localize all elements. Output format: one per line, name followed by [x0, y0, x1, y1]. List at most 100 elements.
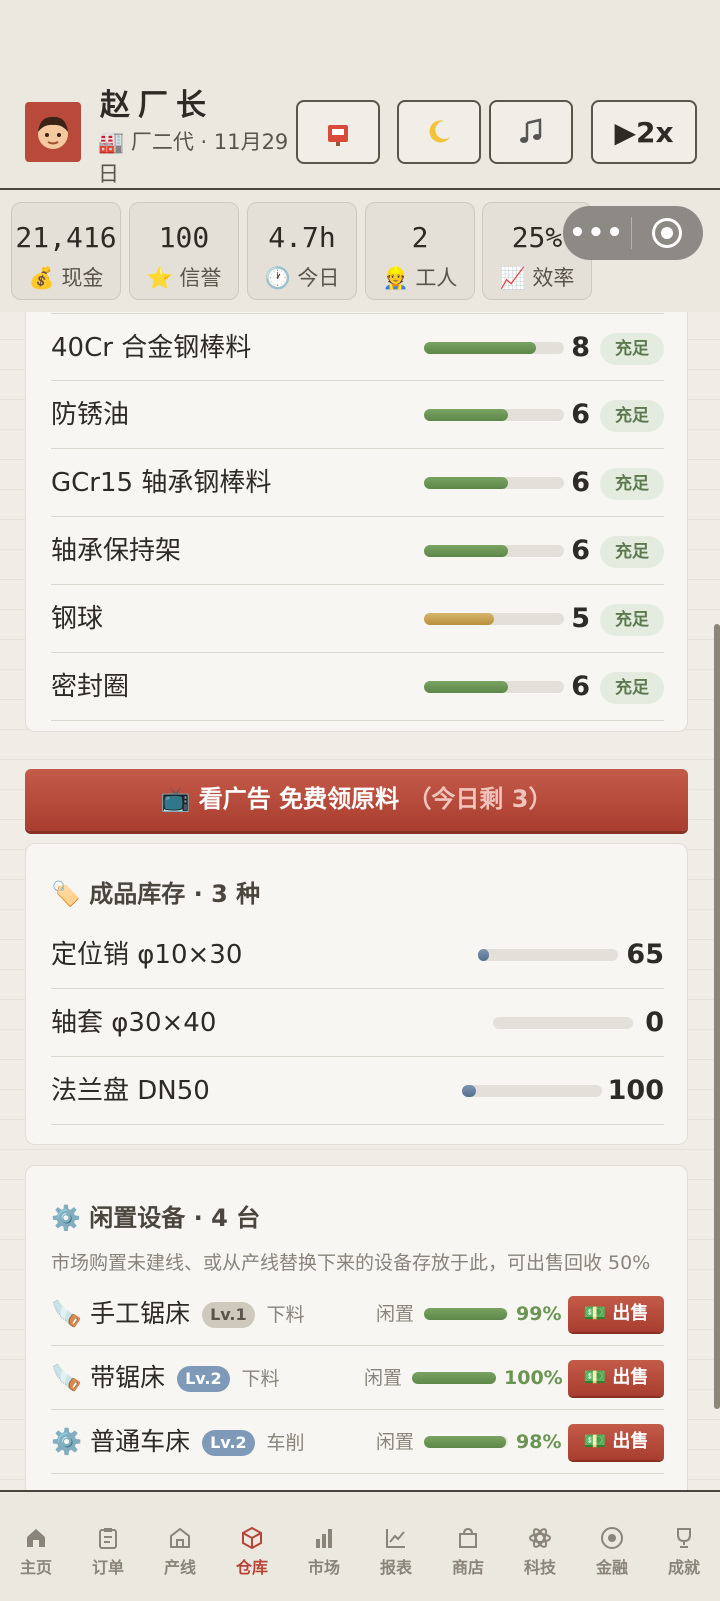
- stock-bar-fill: [478, 949, 490, 961]
- equipment-description: 市场购置未建线、或从产线替换下来的设备存放于此，可出售回收 50%: [51, 1252, 651, 1274]
- clipboard-icon: [99, 1528, 117, 1549]
- products-card: 🏷️ 成品库存 · 3 种 定位销 φ10×30 65 轴套 φ30×40 0 …: [25, 843, 688, 1145]
- equipment-status: 闲置: [376, 1431, 415, 1453]
- stat-label: 💰 现金: [28, 266, 104, 290]
- nav-reports[interactable]: 报表: [360, 1492, 432, 1601]
- product-stock-bar: [462, 1085, 602, 1097]
- equipment-label: 普通车床: [90, 1427, 191, 1456]
- sell-button[interactable]: 💵 出售: [568, 1360, 664, 1396]
- ad-remaining: （今日剩 3）: [407, 785, 553, 813]
- music-button[interactable]: [489, 100, 573, 164]
- product-stock-bar: [478, 949, 618, 961]
- nav-tech[interactable]: 科技: [504, 1492, 576, 1601]
- stat-reputation[interactable]: 100 ⭐ 信誉: [129, 202, 239, 300]
- status-badge: 充足: [600, 604, 664, 636]
- nav-label: 市场: [307, 1558, 340, 1577]
- stock-bar: [424, 681, 564, 693]
- stock-bar: [424, 342, 564, 354]
- material-qty: 5: [571, 603, 590, 634]
- material-row: 40Cr 合金钢棒料 8 充足: [51, 313, 664, 381]
- equipment-status: 闲置: [376, 1303, 415, 1325]
- equipment-name: 🪚 带锯床 Lv.2 下料: [51, 1346, 280, 1411]
- nav-shop[interactable]: 商店: [432, 1492, 504, 1601]
- app-header: 赵厂长 🏭 厂二代 · 11月29日 ▶2x: [0, 0, 720, 190]
- more-menu-button[interactable]: •••: [563, 218, 631, 248]
- stat-cash[interactable]: 21,416 💰 现金: [11, 202, 121, 300]
- stock-bar-fill: [424, 409, 508, 421]
- nav-finance[interactable]: 金融: [576, 1492, 648, 1601]
- nav-home[interactable]: 主页: [0, 1492, 72, 1601]
- nav-label: 科技: [523, 1558, 556, 1577]
- factory-icon: [170, 1527, 190, 1548]
- stock-bar-fill: [424, 342, 536, 354]
- nav-warehouse[interactable]: 仓库: [216, 1492, 288, 1601]
- material-row: 密封圈 6 充足: [51, 653, 664, 721]
- stock-bar: [424, 545, 564, 557]
- sell-button[interactable]: 💵 出售: [568, 1424, 664, 1460]
- bar-chart-icon: [316, 1529, 332, 1548]
- close-miniprogram-button[interactable]: [632, 218, 702, 248]
- mailbox-icon: [328, 125, 348, 146]
- sell-button[interactable]: 💵 出售: [568, 1296, 664, 1332]
- equipment-title: ⚙️ 闲置设备 · 4 台: [51, 1204, 261, 1232]
- equipment-label: 带锯床: [90, 1363, 166, 1392]
- avatar[interactable]: [25, 102, 81, 162]
- player-subtitle: 🏭 厂二代 · 11月29日: [98, 130, 289, 186]
- material-qty: 6: [571, 399, 590, 430]
- equipment-category: 车削: [266, 1432, 305, 1454]
- nav-label: 商店: [451, 1558, 484, 1577]
- box-icon: [242, 1526, 262, 1550]
- product-qty: 0: [645, 1007, 664, 1038]
- equipment-row: 🪚 带锯床 Lv.2 下料 闲置 100% 💵 出售: [51, 1346, 664, 1410]
- stat-value: 4.7h: [268, 221, 336, 254]
- watch-ad-button[interactable]: 📺 看广告 免费领原料 （今日剩 3）: [25, 769, 688, 831]
- scrollbar[interactable]: [714, 624, 720, 1409]
- material-qty: 6: [571, 671, 590, 702]
- material-row: 防锈油 6 充足: [51, 381, 664, 449]
- music-note-icon: [520, 118, 542, 143]
- night-mode-button[interactable]: [397, 100, 481, 164]
- nav-market[interactable]: 市场: [288, 1492, 360, 1601]
- stat-workers[interactable]: 2 👷 工人: [365, 202, 475, 300]
- level-badge: Lv.2: [177, 1366, 230, 1392]
- nav-orders[interactable]: 订单: [72, 1492, 144, 1601]
- shop-icon: [459, 1527, 477, 1548]
- material-name: 轴承保持架: [51, 536, 182, 566]
- equipment-category: 下料: [266, 1304, 305, 1326]
- condition-bar-fill: [424, 1308, 508, 1320]
- equipment-label: 手工锯床: [90, 1299, 191, 1328]
- mailbox-button[interactable]: [296, 100, 380, 164]
- warehouse-content[interactable]: 40Cr 合金钢棒料 8 充足 防锈油 6 充足 GCr15 轴承钢棒料 6 充…: [0, 312, 720, 1490]
- material-row: GCr15 轴承钢棒料 6 充足: [51, 449, 664, 517]
- condition-bar: [412, 1372, 496, 1384]
- nav-label: 主页: [19, 1558, 52, 1577]
- speed-button[interactable]: ▶2x: [591, 100, 697, 164]
- status-badge: 充足: [600, 400, 664, 432]
- product-row: 定位销 φ10×30 65: [51, 921, 664, 989]
- material-row: 钢球 5 充足: [51, 585, 664, 653]
- nav-achievements[interactable]: 成就: [648, 1492, 720, 1601]
- stock-bar-fill: [424, 613, 494, 625]
- stat-value: 100: [158, 221, 210, 254]
- equipment-row: 🪚 手工锯床 Lv.1 下料 闲置 99% 💵 出售: [51, 1282, 664, 1346]
- nav-label: 产线: [163, 1558, 196, 1577]
- stock-bar-fill: [424, 477, 508, 489]
- stat-today[interactable]: 4.7h 🕐 今日: [247, 202, 357, 300]
- equipment-category: 下料: [241, 1368, 280, 1390]
- material-name: GCr15 轴承钢棒料: [51, 468, 272, 498]
- nav-production-lines[interactable]: 产线: [144, 1492, 216, 1601]
- equipment-row: ⚙️ 普通车床 Lv.2 车削 闲置 98% 💵 出售: [51, 1410, 664, 1474]
- materials-card: 40Cr 合金钢棒料 8 充足 防锈油 6 充足 GCr15 轴承钢棒料 6 充…: [25, 312, 688, 732]
- stat-label: 📈 效率: [499, 266, 575, 290]
- miniprogram-capsule: •••: [563, 206, 703, 260]
- product-row: 轴套 φ30×40 0: [51, 989, 664, 1057]
- product-name: 轴套 φ30×40: [51, 1008, 217, 1038]
- target-icon: [652, 218, 682, 248]
- product-stock-bar: [493, 1017, 633, 1029]
- level-badge: Lv.1: [202, 1302, 255, 1328]
- stock-bar: [424, 409, 564, 421]
- bottom-nav: 主页 订单 产线 仓库 市场 报表 商店 科技 金融 成就: [0, 1490, 720, 1601]
- condition-percent: 100%: [504, 1367, 563, 1389]
- products-title: 🏷️ 成品库存 · 3 种: [51, 880, 261, 908]
- material-qty: 6: [571, 535, 590, 566]
